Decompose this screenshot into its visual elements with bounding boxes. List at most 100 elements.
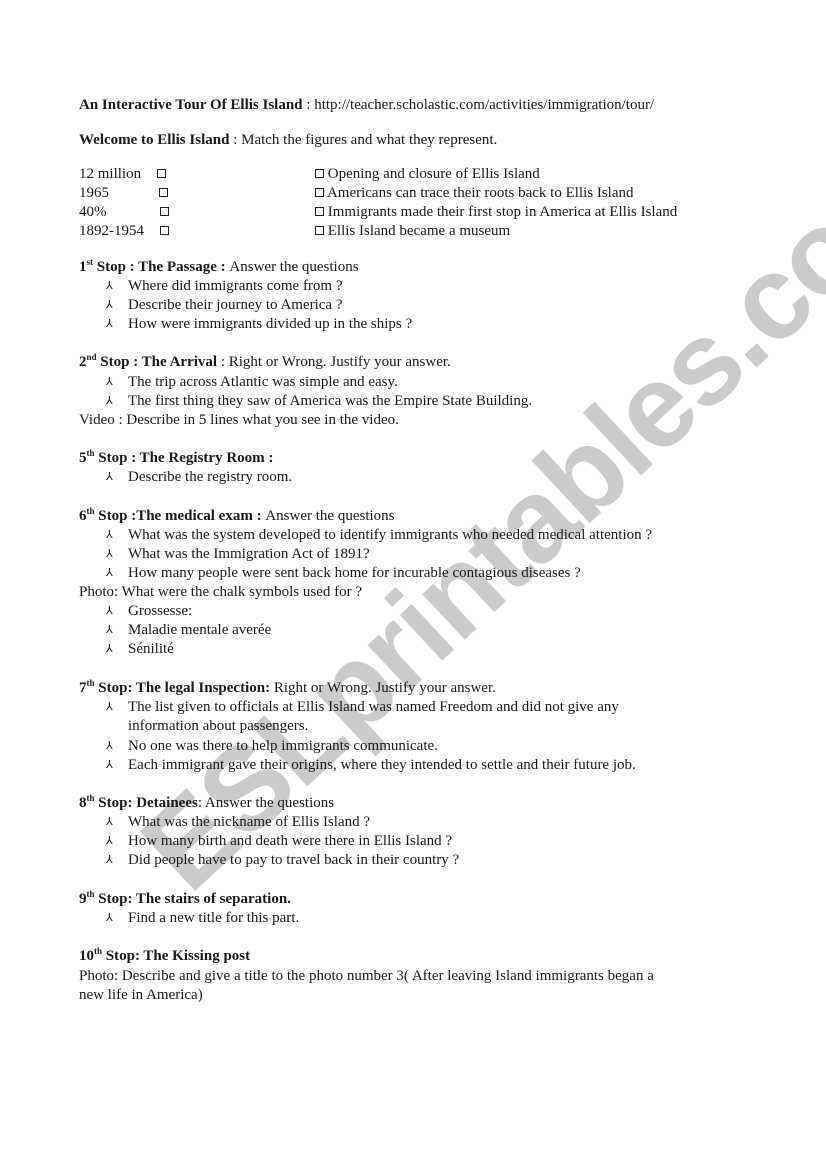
section-heading-stop-6: 6th Stop :The medical exam : Answer the …: [79, 507, 395, 526]
checkbox-icon[interactable]: [315, 207, 324, 217]
match-figure: 1965: [79, 185, 109, 201]
match-row: 1892-1954 Ellis Island became a museum: [79, 222, 759, 241]
match-figure: 12 million: [79, 166, 142, 182]
welcome-line: Welcome to Ellis Island : Match the figu…: [79, 131, 497, 150]
arrowhead-bullet-icon: ⅄: [106, 605, 113, 617]
arrowhead-bullet-icon: ⅄: [106, 759, 113, 771]
item-text: What was the nickname of Ellis Island ?: [128, 814, 371, 830]
stop-title: Stop : The Passage :: [93, 259, 230, 275]
stop-number: 9: [79, 891, 87, 907]
arrowhead-bullet-icon: ⅄: [106, 529, 113, 541]
item-text: Describe the registry room.: [128, 469, 293, 485]
stop-instruction: Answer the questions: [229, 259, 359, 275]
match-figure: 40%: [79, 204, 107, 220]
match-meaning: Opening and closure of Ellis Island: [327, 166, 540, 182]
item-text: Sénilité: [128, 641, 174, 657]
separator: :: [302, 97, 315, 113]
stop-instruction: Right or Wrong. Justify your answer.: [270, 680, 496, 696]
match-figure: 1892-1954: [79, 223, 144, 239]
checkbox-icon[interactable]: [157, 169, 166, 178]
item-text: What was the system developed to identif…: [128, 527, 653, 543]
arrowhead-bullet-icon: ⅄: [106, 395, 113, 407]
arrowhead-bullet-icon: ⅄: [106, 835, 113, 847]
arrowhead-bullet-icon: ⅄: [106, 280, 113, 292]
ordinal-suffix: th: [94, 946, 103, 956]
ordinal-suffix: th: [86, 678, 95, 688]
stop-instruction: : Answer the questions: [197, 795, 335, 811]
item-text: The list given to officials at Ellis Isl…: [128, 699, 619, 715]
item-text: Grossesse:: [128, 603, 193, 619]
photo-note: Photo: What were the chalk symbols used …: [79, 584, 362, 600]
item-text: The trip across Atlantic was simple and …: [128, 374, 398, 390]
arrowhead-bullet-icon: ⅄: [106, 376, 113, 388]
item-text: Describe their journey to America ?: [128, 297, 343, 313]
arrowhead-bullet-icon: ⅄: [106, 318, 113, 330]
stop-number: 6: [79, 508, 87, 524]
stop-number: 10: [79, 948, 94, 964]
stop-number: 7: [79, 680, 87, 696]
ordinal-suffix: th: [86, 506, 95, 516]
ordinal-suffix: th: [86, 793, 95, 803]
worksheet-title: An Interactive Tour Of Ellis Island: [79, 97, 303, 113]
checkbox-icon[interactable]: [159, 188, 168, 197]
item-text: No one was there to help immigrants comm…: [128, 738, 438, 754]
arrowhead-bullet-icon: ⅄: [106, 912, 113, 924]
video-note: Video : Describe in 5 lines what you see…: [79, 412, 399, 428]
stop-instruction: : Right or Wrong. Justify your answer.: [217, 354, 451, 370]
arrowhead-bullet-icon: ⅄: [106, 548, 113, 560]
item-text: Maladie mentale averée: [128, 622, 272, 638]
header-line: An Interactive Tour Of Ellis Island : ht…: [79, 96, 654, 115]
match-row: 12 million Opening and closure of Ellis …: [79, 165, 759, 184]
source-url[interactable]: http://teacher.scholastic.com/activities…: [314, 97, 654, 113]
arrowhead-bullet-icon: ⅄: [106, 299, 113, 311]
checkbox-icon[interactable]: [315, 188, 324, 198]
stop-number: 5: [79, 450, 87, 466]
section-heading-stop-2: 2nd Stop : The Arrival : Right or Wrong.…: [79, 353, 451, 372]
section-heading-stop-9: 9th Stop: The stairs of separation.: [79, 890, 291, 909]
arrowhead-bullet-icon: ⅄: [106, 643, 113, 655]
arrowhead-bullet-icon: ⅄: [106, 471, 113, 483]
stop-number: 8: [79, 795, 87, 811]
stop-title: Stop: The legal Inspection:: [94, 680, 271, 696]
checkbox-icon[interactable]: [160, 207, 169, 216]
item-text: The first thing they saw of America was …: [128, 393, 533, 409]
item-text: Where did immigrants come from ?: [128, 278, 343, 294]
welcome-instruction: Match the figures and what they represen…: [241, 132, 498, 148]
stop-title: Stop: The stairs of separation.: [94, 891, 291, 907]
checkbox-icon[interactable]: [315, 226, 324, 236]
stop-title: Stop :The medical exam :: [94, 508, 266, 524]
match-row: 1965 Americans can trace their roots bac…: [79, 184, 759, 203]
item-text: Find a new title for this part.: [128, 910, 300, 926]
stop-instruction: Answer the questions: [265, 508, 395, 524]
arrowhead-bullet-icon: ⅄: [106, 854, 113, 866]
arrowhead-bullet-icon: ⅄: [106, 624, 113, 636]
match-meaning: Americans can trace their roots back to …: [326, 185, 634, 201]
match-row: 40% Immigrants made their first stop in …: [79, 203, 759, 222]
section-heading-stop-5: 5th Stop : The Registry Room :: [79, 449, 273, 468]
photo-note-line: new life in America): [79, 987, 203, 1003]
photo-note-line: Photo: Describe and give a title to the …: [79, 968, 654, 984]
item-text: Did people have to pay to travel back in…: [128, 852, 460, 868]
arrowhead-bullet-icon: ⅄: [106, 816, 113, 828]
ordinal-suffix: th: [86, 448, 95, 458]
section-heading-stop-8: 8th Stop: Detainees: Answer the question…: [79, 794, 334, 813]
checkbox-icon[interactable]: [315, 169, 324, 179]
stop-number: 2: [79, 354, 87, 370]
checkbox-icon[interactable]: [160, 226, 169, 235]
section-heading-stop-10: 10th Stop: The Kissing post: [79, 947, 250, 966]
stop-title: Stop: The Kissing post: [102, 948, 251, 964]
item-text: What was the Immigration Act of 1891?: [128, 546, 370, 562]
stop-number: 1: [79, 259, 87, 275]
match-meaning: Immigrants made their first stop in Amer…: [327, 204, 678, 220]
stop-title: Stop : The Registry Room :: [94, 450, 274, 466]
separator: :: [229, 132, 242, 148]
arrowhead-bullet-icon: ⅄: [106, 567, 113, 579]
stop-title: Stop: Detainees: [94, 795, 198, 811]
section-heading-stop-1: 1st Stop : The Passage : Answer the ques…: [79, 258, 359, 277]
arrowhead-bullet-icon: ⅄: [106, 701, 113, 713]
arrowhead-bullet-icon: ⅄: [106, 740, 113, 752]
item-text: Each immigrant gave their origins, where…: [128, 757, 636, 773]
section-heading-stop-7: 7th Stop: The legal Inspection: Right or…: [79, 679, 496, 698]
stop-title: Stop : The Arrival: [96, 354, 218, 370]
item-text: How were immigrants divided up in the sh…: [128, 316, 413, 332]
